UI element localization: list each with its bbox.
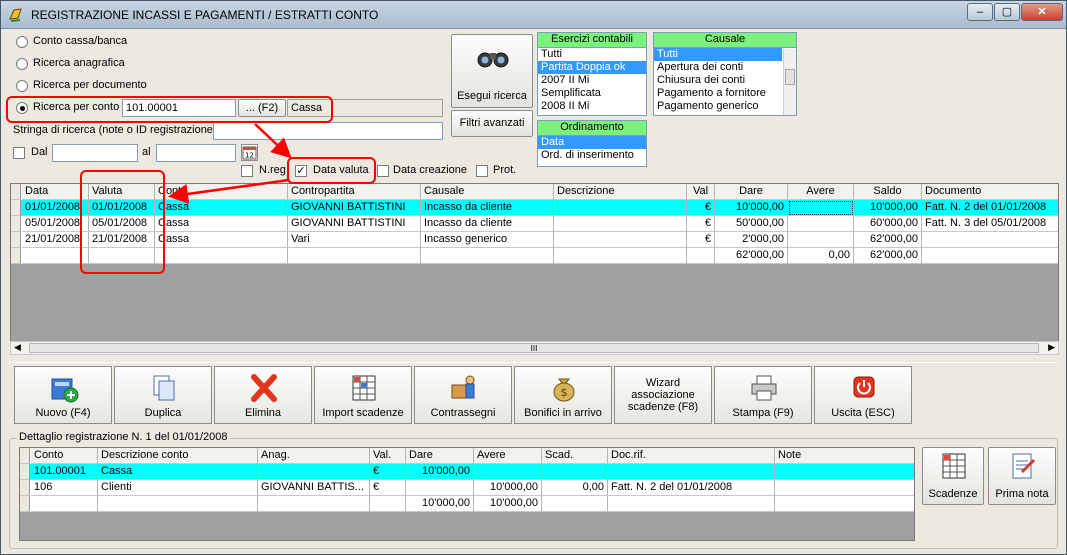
app-window: REGISTRAZIONE INCASSI E PAGAMENTI / ESTR… [0,0,1067,555]
minimize-button[interactable]: – [967,3,993,21]
maximize-icon: ▢ [1001,6,1013,18]
close-button[interactable]: ✕ [1021,3,1063,21]
close-icon: ✕ [1037,6,1047,18]
app-icon [9,8,22,22]
client-area: Conto cassa/banca Ricerca anagrafica Ric… [5,29,1062,552]
window-title: REGISTRAZIONE INCASSI E PAGAMENTI / ESTR… [31,8,379,22]
title-bar: REGISTRAZIONE INCASSI E PAGAMENTI / ESTR… [1,1,1066,29]
minimize-icon: – [976,6,984,18]
arrow-to-valuta-column [168,178,290,204]
maximize-button[interactable]: ▢ [994,3,1020,21]
arrow-to-data-valuta [254,123,292,159]
annotation-arrows [168,123,292,204]
